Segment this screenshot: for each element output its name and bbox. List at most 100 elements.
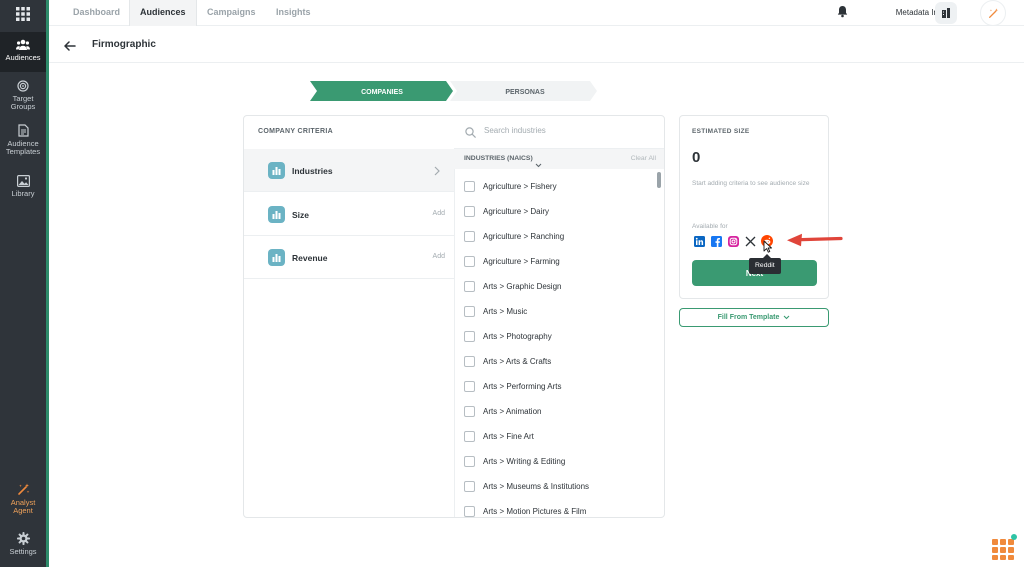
list-item-label: Arts > Motion Pictures & Film (483, 507, 587, 516)
list-item[interactable]: Arts > Music (464, 299, 527, 324)
checkbox[interactable] (464, 206, 475, 217)
search-icon (465, 125, 476, 143)
tab-insights[interactable]: Insights (276, 0, 311, 26)
header-divider (49, 62, 1024, 63)
facebook-icon[interactable] (710, 235, 722, 247)
list-item[interactable]: Arts > Performing Arts (464, 374, 561, 399)
list-item[interactable]: Arts > Motion Pictures & Film (464, 499, 587, 517)
list-scrollbar[interactable] (657, 170, 662, 517)
list-item[interactable]: Arts > Graphic Design (464, 274, 561, 299)
building-icon (942, 8, 950, 18)
rail-item-analyst-agent[interactable]: Analyst Agent (0, 483, 46, 515)
checkbox[interactable] (464, 181, 475, 192)
step-companies-label: COMPANIES (361, 89, 403, 96)
linkedin-icon[interactable] (693, 235, 705, 247)
chevron-down-icon[interactable] (535, 155, 542, 173)
chevron-right-icon (434, 163, 440, 181)
app-grid-icon[interactable] (0, 0, 46, 28)
fill-from-template-button[interactable]: Fill From Template (679, 308, 829, 327)
list-item-label: Arts > Writing & Editing (483, 457, 566, 466)
list-item[interactable]: Arts > Animation (464, 399, 541, 424)
template-button-label: Fill From Template (717, 314, 780, 321)
naics-filter-bar: INDUSTRIES (NAICS) Clear All (454, 149, 664, 169)
list-item[interactable]: Arts > Writing & Editing (464, 449, 565, 474)
top-nav-bar: Dashboard Audiences Campaigns Insights (49, 0, 1024, 26)
bar-chart-icon (268, 206, 285, 223)
document-icon (17, 124, 29, 137)
list-item[interactable]: Agriculture > Farming (464, 249, 560, 274)
rail-label: Settings (9, 547, 37, 556)
naics-dropdown[interactable]: INDUSTRIES (NAICS) (464, 155, 533, 162)
checkbox[interactable] (464, 256, 475, 267)
criteria-header: COMPANY CRITERIA (258, 128, 333, 135)
checkbox[interactable] (464, 356, 475, 367)
back-arrow-icon[interactable] (64, 38, 76, 56)
tab-dashboard[interactable]: Dashboard (73, 0, 120, 26)
criteria-add-link[interactable]: Add (433, 253, 445, 260)
bell-icon[interactable] (837, 5, 848, 23)
apps-widget-icon[interactable] (990, 533, 1018, 566)
criteria-add-link[interactable]: Add (433, 210, 445, 217)
rail-label: Audiences (5, 53, 41, 62)
company-criteria-card: COMPANY CRITERIA Industries Size Add Rev… (243, 115, 665, 518)
people-icon (16, 39, 30, 50)
criteria-label: Industries (292, 166, 333, 176)
instagram-icon[interactable] (727, 235, 739, 247)
image-icon (16, 175, 30, 187)
list-item-label: Agriculture > Ranching (483, 232, 565, 241)
step-progress: COMPANIES PERSONAS (310, 81, 597, 101)
list-item[interactable]: Arts > Photography (464, 324, 552, 349)
tab-campaigns[interactable]: Campaigns (207, 0, 256, 26)
estimate-hint: Start adding criteria to see audience si… (692, 180, 810, 187)
left-rail: Audiences Target Groups Audience Templat… (0, 0, 46, 567)
rail-item-target-groups[interactable]: Target Groups (0, 80, 46, 111)
checkbox[interactable] (464, 506, 475, 517)
checkbox[interactable] (464, 281, 475, 292)
list-item-label: Arts > Photography (483, 332, 552, 341)
criteria-item-industries[interactable]: Industries (244, 149, 454, 192)
x-twitter-icon[interactable] (744, 235, 756, 247)
checkbox[interactable] (464, 456, 475, 467)
rail-item-audiences[interactable]: Audiences (0, 32, 46, 72)
checkbox[interactable] (464, 406, 475, 417)
list-item[interactable]: Arts > Arts & Crafts (464, 349, 551, 374)
clear-all-link[interactable]: Clear All (631, 155, 656, 162)
rail-item-audience-templates[interactable]: Audience Templates (0, 124, 46, 156)
scrollbar-thumb[interactable] (657, 172, 661, 188)
column-divider (454, 148, 455, 517)
checkbox[interactable] (464, 231, 475, 242)
criteria-label: Revenue (292, 253, 328, 263)
checkbox[interactable] (464, 431, 475, 442)
magic-wand-icon (988, 7, 998, 18)
rail-item-settings[interactable]: Settings (0, 532, 46, 556)
tab-audiences[interactable]: Audiences (129, 0, 197, 26)
rail-label: Target Groups (10, 94, 36, 111)
list-item[interactable]: Agriculture > Fishery (464, 174, 557, 199)
checkbox[interactable] (464, 481, 475, 492)
checkbox[interactable] (464, 306, 475, 317)
rail-item-library[interactable]: Library (0, 175, 46, 198)
magic-wand-icon (17, 483, 29, 495)
industry-search-input[interactable] (484, 126, 644, 135)
bar-chart-icon (268, 162, 285, 179)
criteria-item-size[interactable]: Size Add (244, 193, 454, 236)
list-item[interactable]: Arts > Fine Art (464, 424, 534, 449)
org-switcher-button[interactable] (935, 2, 957, 24)
list-item-label: Arts > Museums & Institutions (483, 482, 590, 491)
criteria-item-revenue[interactable]: Revenue Add (244, 236, 454, 279)
mouse-cursor-icon (763, 240, 772, 258)
list-item[interactable]: Arts > Museums & Institutions (464, 474, 589, 499)
list-item[interactable]: Agriculture > Ranching (464, 224, 564, 249)
list-item-label: Agriculture > Dairy (483, 207, 550, 216)
rail-label: Analyst Agent (10, 498, 36, 515)
checkbox[interactable] (464, 381, 475, 392)
list-item-label: Arts > Music (483, 307, 528, 316)
bar-chart-icon (268, 249, 285, 266)
list-item[interactable]: Agriculture > Dairy (464, 199, 549, 224)
estimate-value: 0 (692, 149, 701, 166)
rail-label: Library (11, 189, 35, 198)
callout-arrow-icon (784, 230, 844, 255)
checkbox[interactable] (464, 331, 475, 342)
assistant-button[interactable] (980, 0, 1006, 26)
page-title: Firmographic (92, 39, 156, 50)
